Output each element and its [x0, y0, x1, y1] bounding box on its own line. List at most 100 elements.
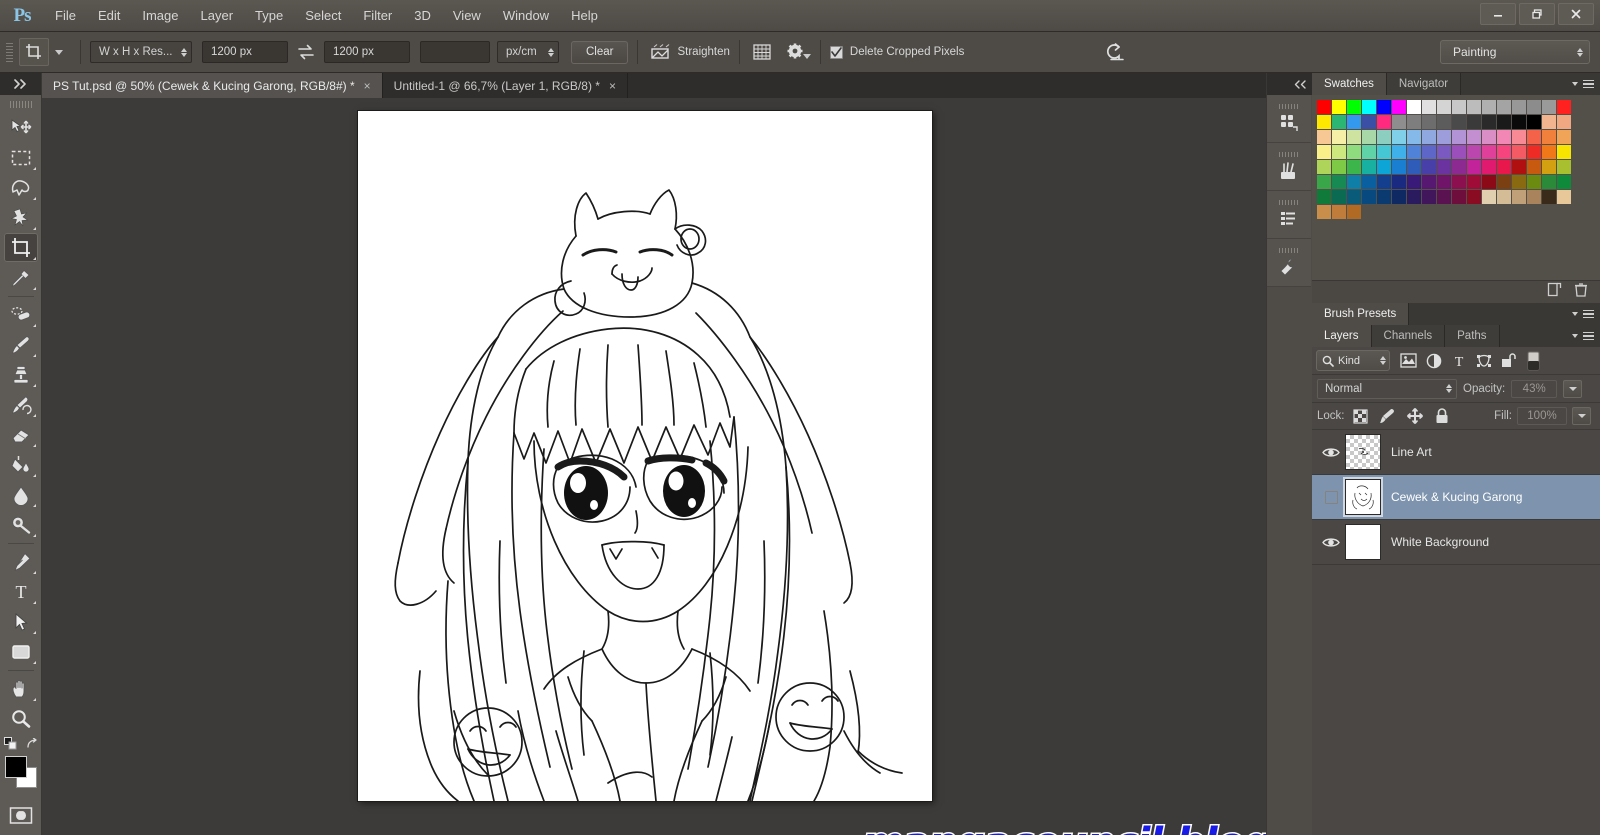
panel-menu-icon[interactable]	[1583, 309, 1594, 319]
history-brush-tool[interactable]	[4, 390, 38, 419]
color-swatch[interactable]	[1557, 100, 1571, 114]
color-swatch[interactable]	[1332, 145, 1346, 159]
tab-paths[interactable]: Paths	[1445, 325, 1500, 347]
straighten-label[interactable]: Straighten	[677, 46, 729, 58]
color-swatch[interactable]	[1557, 190, 1571, 204]
menu-type[interactable]: Type	[244, 0, 294, 32]
quick-mask-icon[interactable]	[4, 801, 38, 830]
color-swatch[interactable]	[1407, 115, 1421, 129]
color-swatch[interactable]	[1377, 130, 1391, 144]
magic-wand-tool[interactable]	[4, 203, 38, 232]
color-swatch[interactable]	[1422, 175, 1436, 189]
menu-3d[interactable]: 3D	[403, 0, 442, 32]
color-swatch[interactable]	[1347, 205, 1361, 219]
color-swatch[interactable]	[1362, 100, 1376, 114]
pen-tool[interactable]	[4, 547, 38, 576]
mini-bridge-icon[interactable]	[1267, 95, 1311, 143]
swatch-grid[interactable]	[1317, 100, 1600, 219]
color-swatch[interactable]	[1467, 190, 1481, 204]
color-swatch[interactable]	[1317, 145, 1331, 159]
color-swatch[interactable]	[1497, 145, 1511, 159]
color-swatch[interactable]	[1407, 190, 1421, 204]
color-swatch[interactable]	[1407, 100, 1421, 114]
color-swatch[interactable]	[1452, 190, 1466, 204]
color-swatch[interactable]	[1437, 100, 1451, 114]
color-swatch[interactable]	[1527, 175, 1541, 189]
lock-position-icon[interactable]	[1404, 405, 1426, 427]
color-swatch[interactable]	[1377, 175, 1391, 189]
restore-button[interactable]	[1519, 3, 1555, 25]
tab-channels[interactable]: Channels	[1371, 325, 1446, 347]
color-swatch[interactable]	[1422, 130, 1436, 144]
document-canvas[interactable]	[358, 111, 932, 801]
lock-transparency-icon[interactable]	[1350, 405, 1372, 427]
workspace-select[interactable]: Painting	[1440, 40, 1590, 64]
color-swatch[interactable]	[1557, 115, 1571, 129]
color-swatch[interactable]	[1437, 145, 1451, 159]
opacity-value[interactable]: 43%	[1511, 379, 1558, 398]
color-swatch[interactable]	[1332, 100, 1346, 114]
menu-image[interactable]: Image	[131, 0, 189, 32]
color-swatch[interactable]	[1512, 115, 1526, 129]
color-swatch[interactable]	[1317, 160, 1331, 174]
color-swatch[interactable]	[1497, 100, 1511, 114]
color-swatch[interactable]	[1422, 100, 1436, 114]
color-swatch[interactable]	[1392, 160, 1406, 174]
color-swatch[interactable]	[1557, 130, 1571, 144]
color-swatch[interactable]	[1497, 190, 1511, 204]
dock-collapse-button[interactable]	[1267, 73, 1312, 95]
menu-view[interactable]: View	[442, 0, 492, 32]
color-swatch[interactable]	[1317, 100, 1331, 114]
gradient-tool[interactable]	[4, 450, 38, 479]
menu-help[interactable]: Help	[560, 0, 609, 32]
filter-smart-object-icon[interactable]	[1496, 349, 1521, 373]
color-swatch[interactable]	[1317, 190, 1331, 204]
eraser-tool[interactable]	[4, 420, 38, 449]
layer-filter-kind-select[interactable]: Kind	[1316, 350, 1390, 371]
layer-thumbnail[interactable]	[1343, 477, 1383, 517]
swap-arrows-icon[interactable]	[293, 39, 319, 65]
close-button[interactable]	[1558, 3, 1594, 25]
color-swatch[interactable]	[1527, 190, 1541, 204]
color-swatch[interactable]	[1542, 145, 1556, 159]
brush-presets-panel-menu[interactable]	[1409, 303, 1600, 325]
crop-resolution-input[interactable]	[420, 41, 490, 63]
color-swatch[interactable]	[1347, 100, 1361, 114]
color-swatch[interactable]	[1347, 130, 1361, 144]
color-swatch[interactable]	[1527, 100, 1541, 114]
crop-width-input[interactable]: 1200 px	[202, 41, 288, 63]
lasso-tool[interactable]	[4, 173, 38, 202]
color-swatch[interactable]	[1557, 145, 1571, 159]
color-swatch[interactable]	[1512, 145, 1526, 159]
color-swatch[interactable]	[1422, 190, 1436, 204]
layer-row-white-background[interactable]: White Background	[1312, 520, 1600, 565]
history-panel-icon[interactable]	[1267, 191, 1311, 239]
color-swatch[interactable]	[1407, 130, 1421, 144]
color-swatch[interactable]	[1542, 190, 1556, 204]
color-swatch[interactable]	[1362, 130, 1376, 144]
gear-icon[interactable]	[785, 39, 811, 65]
menu-filter[interactable]: Filter	[352, 0, 403, 32]
color-swatch[interactable]	[1482, 115, 1496, 129]
color-swatch[interactable]	[1362, 145, 1376, 159]
color-swatch[interactable]	[1512, 175, 1526, 189]
blend-mode-select[interactable]: Normal	[1317, 378, 1457, 399]
color-swatch[interactable]	[1347, 115, 1361, 129]
color-swatch[interactable]	[1482, 190, 1496, 204]
color-swatch[interactable]	[1452, 145, 1466, 159]
color-swatch[interactable]	[1332, 160, 1346, 174]
color-swatch[interactable]	[1557, 160, 1571, 174]
color-swatch[interactable]	[1347, 160, 1361, 174]
brush-tool[interactable]	[4, 330, 38, 359]
crop-height-input[interactable]: 1200 px	[324, 41, 410, 63]
color-swatch[interactable]	[1332, 190, 1346, 204]
tab-layers[interactable]: Layers	[1312, 325, 1372, 347]
menu-layer[interactable]: Layer	[190, 0, 245, 32]
crop-tool-icon[interactable]	[19, 38, 49, 66]
delete-cropped-pixels-checkbox-row[interactable]: Delete Cropped Pixels	[829, 45, 964, 59]
color-swatch[interactable]	[1527, 115, 1541, 129]
layer-visibility-toggle[interactable]	[1317, 475, 1345, 520]
fill-slider-dropdown[interactable]	[1572, 407, 1591, 425]
color-swatch[interactable]	[1377, 115, 1391, 129]
new-swatch-icon[interactable]	[1547, 282, 1562, 302]
